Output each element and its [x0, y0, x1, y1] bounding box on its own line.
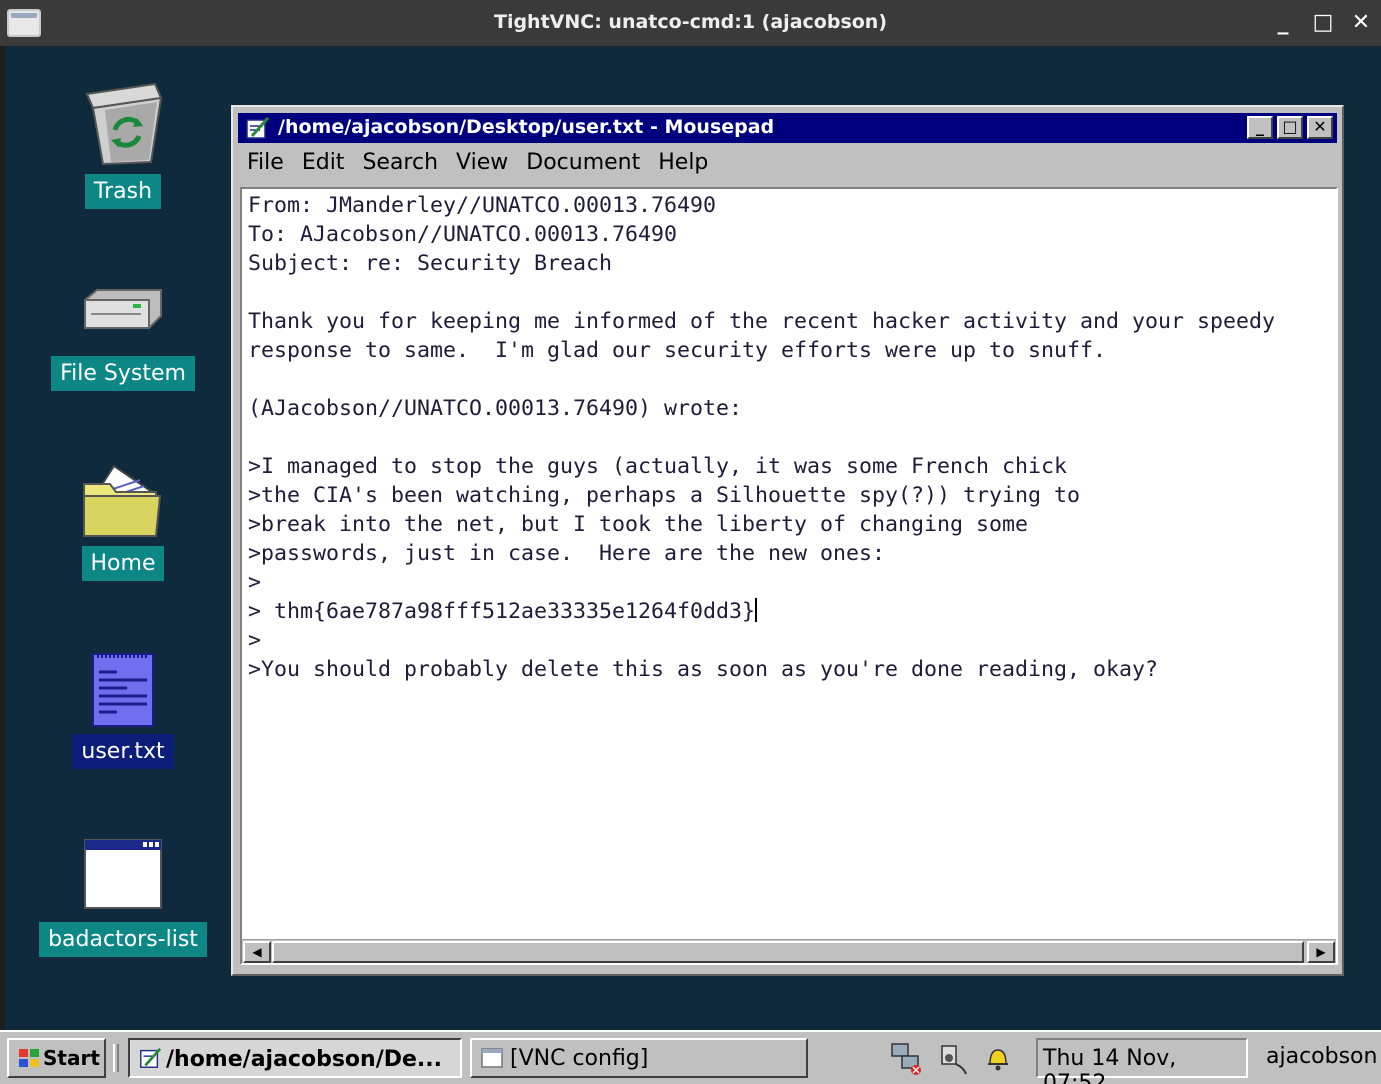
desktop-icon-badactors-list[interactable]: badactors-list: [35, 836, 211, 957]
folder-icon: [83, 464, 162, 537]
text-line[interactable]: >passwords, just in case. Here are the n…: [248, 539, 1275, 568]
text-line[interactable]: > thm{6ae787a98fff512ae33335e1264f0dd3}: [248, 597, 1275, 626]
desktop-icon-label: File System: [51, 356, 195, 391]
text-editor-area[interactable]: From: JManderley//UNATCO.00013.76490 To: …: [240, 187, 1338, 965]
window-icon: [481, 1048, 503, 1068]
taskbar-task-mousepad[interactable]: /home/ajacobson/De...: [128, 1038, 462, 1078]
task-label: [VNC config]: [510, 1046, 649, 1071]
horizontal-scrollbar[interactable]: ◀ ▶: [242, 939, 1336, 963]
task-label: /home/ajacobson/De...: [166, 1047, 442, 1072]
text-line[interactable]: >: [248, 568, 1275, 597]
text-line[interactable]: >: [248, 626, 1275, 655]
mousepad-icon: [246, 117, 270, 139]
vnc-close-button[interactable]: ✕: [1346, 8, 1376, 38]
text-line[interactable]: Thank you for keeping me informed of the…: [248, 307, 1275, 336]
desktop-icon-label: Trash: [84, 174, 162, 209]
menu-help[interactable]: Help: [649, 147, 717, 175]
mousepad-icon: [140, 1047, 162, 1068]
taskbar: Start /home/ajacobson/De... [VNC config]…: [0, 1030, 1381, 1084]
start-label: Start: [43, 1046, 100, 1070]
desktop-icon-label: Home: [81, 546, 165, 581]
text-line[interactable]: >You should probably delete this as soon…: [248, 655, 1275, 684]
taskbar-username: ajacobson: [1266, 1044, 1378, 1069]
desktop-icon-trash[interactable]: Trash: [75, 80, 171, 209]
vnc-maximize-button[interactable]: □: [1308, 8, 1338, 38]
mousepad-minimize-button[interactable]: _: [1247, 116, 1273, 139]
vnc-minimize-button[interactable]: _: [1268, 8, 1298, 38]
drive-icon: [84, 289, 162, 329]
sound-icon[interactable]: [936, 1040, 972, 1076]
desktop-icon-label: user.txt: [72, 734, 174, 769]
menu-search[interactable]: Search: [353, 147, 447, 175]
scroll-right-button[interactable]: ▶: [1307, 941, 1335, 963]
text-line[interactable]: >break into the net, but I took the libe…: [248, 510, 1275, 539]
text-line[interactable]: >the CIA's been watching, perhaps a Silh…: [248, 481, 1275, 510]
mousepad-close-button[interactable]: ✕: [1307, 116, 1333, 139]
text-line[interactable]: [248, 365, 1275, 394]
text-line[interactable]: >I managed to stop the guys (actually, i…: [248, 452, 1275, 481]
scroll-left-button[interactable]: ◀: [243, 941, 271, 963]
mousepad-window-title: /home/ajacobson/Desktop/user.txt - Mouse…: [278, 116, 775, 138]
text-line[interactable]: [248, 278, 1275, 307]
menu-file[interactable]: File: [238, 147, 293, 175]
taskbar-handle[interactable]: [113, 1044, 119, 1072]
text-line[interactable]: [248, 423, 1275, 452]
text-caret: [755, 598, 758, 622]
menu-view[interactable]: View: [447, 147, 517, 175]
mousepad-maximize-button[interactable]: □: [1277, 116, 1303, 139]
window-file-icon: [84, 839, 162, 909]
taskbar-clock[interactable]: Thu 14 Nov, 07:52: [1036, 1038, 1248, 1084]
notification-bell-icon[interactable]: [980, 1040, 1016, 1076]
vnc-window-title: TightVNC: unatco-cmd:1 (ajacobson): [493, 11, 888, 33]
mousepad-window: /home/ajacobson/Desktop/user.txt - Mouse…: [231, 105, 1344, 976]
recycle-bin-icon: [85, 82, 163, 166]
start-button[interactable]: Start: [7, 1038, 106, 1078]
start-logo-icon: [19, 1049, 39, 1067]
mousepad-titlebar[interactable]: /home/ajacobson/Desktop/user.txt - Mouse…: [238, 113, 1337, 143]
mousepad-menubar: File Edit Search View Document Help: [238, 147, 1337, 183]
desktop-icon-label: badactors-list: [39, 922, 207, 957]
desktop-icon-home[interactable]: Home: [75, 460, 171, 581]
menu-edit[interactable]: Edit: [293, 147, 354, 175]
text-line[interactable]: Subject: re: Security Breach: [248, 249, 1275, 278]
vnc-titlebar: TightVNC: unatco-cmd:1 (ajacobson) _ □ ✕: [0, 0, 1381, 46]
text-line[interactable]: From: JManderley//UNATCO.00013.76490: [248, 191, 1275, 220]
text-line[interactable]: To: AJacobson//UNATCO.00013.76490: [248, 220, 1275, 249]
document-text[interactable]: From: JManderley//UNATCO.00013.76490 To: …: [248, 191, 1275, 684]
desktop-icon-user-txt[interactable]: user.txt: [67, 648, 179, 769]
text-line[interactable]: response to same. I'm glad our security …: [248, 336, 1275, 365]
menu-document[interactable]: Document: [517, 147, 649, 175]
text-file-icon: [92, 653, 154, 727]
taskbar-task-vnc-config[interactable]: [VNC config]: [470, 1038, 808, 1078]
network-icon[interactable]: [888, 1040, 924, 1076]
text-line[interactable]: (AJacobson//UNATCO.00013.76490) wrote:: [248, 394, 1275, 423]
scrollbar-thumb[interactable]: [272, 941, 1304, 963]
desktop-icon-file-system[interactable]: File System: [45, 286, 201, 391]
